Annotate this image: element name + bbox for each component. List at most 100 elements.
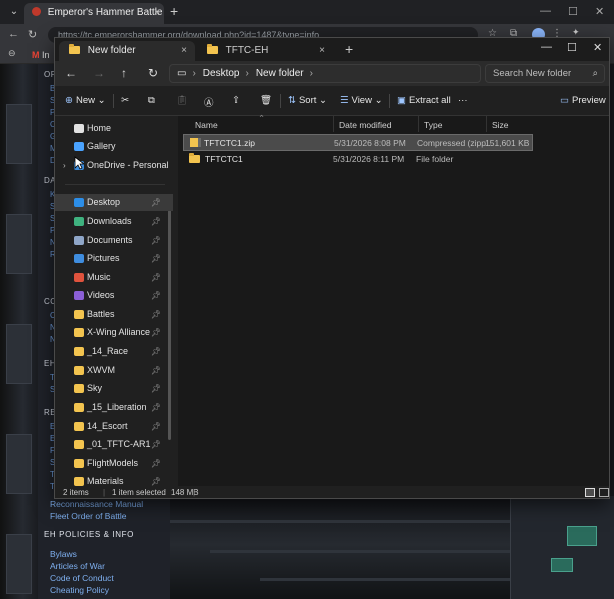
maximize-icon[interactable]: ☐ [567,41,577,54]
gmail-icon: M [32,50,40,60]
decor-panel [6,534,32,594]
nav-item-sky[interactable]: Sky 📌︎ [55,380,173,397]
table-row[interactable]: TFTCTC1.zip 5/31/2026 8:08 PM Compressed (… [183,134,533,151]
search-icon: ⌕ [592,68,598,79]
breadcrumb[interactable]: ▭ › Desktop › New folder › [169,64,481,83]
back-icon[interactable]: ← [8,28,19,40]
breadcrumb-desktop[interactable]: Desktop [203,68,240,79]
browser-tab[interactable]: Emperor's Hammer Battle Center × [24,3,164,24]
up-icon[interactable]: ↑ [121,66,127,80]
table-row[interactable]: TFTCTC1 5/31/2026 8:11 PM File folder [183,151,533,168]
nav-item-gallery[interactable]: Gallery [55,138,173,155]
search-placeholder: Search New folder [493,68,572,79]
pin-icon: 📌︎ [150,440,161,449]
site-link-cheating[interactable]: Cheating Policy [50,585,109,595]
more-options-button[interactable]: ··· [458,95,468,106]
nav-item-downloads[interactable]: Downloads 📌︎ [55,213,173,230]
nav-item-videos[interactable]: Videos 📌︎ [55,287,173,304]
browser-tab-strip: ⌄ Emperor's Hammer Battle Center × + — ☐… [0,0,614,24]
site-link-recon[interactable]: Reconnaissance Manual [50,499,143,509]
tab-label: New folder [87,45,136,56]
close-tab-icon[interactable]: × [319,41,325,61]
extract-all-button[interactable]: ▣ Extract all [397,95,451,106]
explorer-tab-bar: New folder × TFTC-EH × + — ☐ ✕ [55,38,609,61]
cut-icon[interactable]: ✂ [121,95,129,106]
nav-item-home[interactable]: Home [55,120,173,137]
nav-item-01-tftc-ar1[interactable]: _01_TFTC-AR1 📌︎ [55,436,173,453]
chevron-right-icon[interactable]: › [63,157,66,174]
site-link-fob[interactable]: Fleet Order of Battle [50,511,127,521]
nav-item-x-wing-alliance[interactable]: X-Wing Alliance 📌︎ [55,324,173,341]
nav-item-desktop[interactable]: Desktop 📌︎ [55,194,173,211]
nav-item-pictures[interactable]: Pictures 📌︎ [55,250,173,267]
folder-icon [74,384,84,393]
nav-item-music[interactable]: Music 📌︎ [55,269,173,286]
tab-tftc-eh[interactable]: TFTC-EH × [197,41,333,61]
nav-item-documents[interactable]: Documents 📌︎ [55,232,173,249]
column-header-date[interactable]: Date modified [339,120,391,130]
view-button[interactable]: ☰ View ⌄ [340,95,383,106]
search-input[interactable]: Search New folder ⌕ [485,64,605,83]
tab-search-icon[interactable]: ⌄ [6,5,22,19]
details-view-icon[interactable] [585,488,595,497]
gallery-icon [74,142,84,151]
folder-icon [69,44,80,54]
decor-panel [6,214,32,274]
reload-icon[interactable]: ↻ [28,28,37,41]
sort-button[interactable]: ⇅ Sort ⌄ [288,95,327,106]
plus-icon: ⊕ [65,95,73,106]
maximize-icon[interactable]: ☐ [568,5,578,18]
nav-item-flightmodels[interactable]: FlightModels 📌︎ [55,455,173,472]
breadcrumb-new-folder[interactable]: New folder [256,68,304,79]
delete-icon[interactable]: 🗑︎ [260,95,272,106]
paste-icon[interactable]: 📋︎ [176,95,188,106]
minimize-icon[interactable]: — [541,41,552,53]
mouse-cursor-icon [74,156,84,170]
preview-label: Preview [571,95,606,106]
back-icon[interactable]: ← [65,66,77,80]
column-divider [486,116,487,132]
refresh-icon[interactable]: ↻ [148,66,158,80]
folder-icon [189,153,200,163]
new-button[interactable]: ⊕ New ⌄ [65,95,106,106]
column-header-type[interactable]: Type [424,120,442,130]
nav-item-onedrive-personal[interactable]: › OneDrive - Personal [55,157,173,174]
nav-item-xwvm[interactable]: XWVM 📌︎ [55,362,173,379]
copy-icon[interactable]: ⧉ [148,95,155,106]
site-cockpit-image [510,496,614,599]
forward-icon[interactable]: → [93,66,105,80]
file-name: TFTCTC1 [189,151,243,168]
site-link-conduct[interactable]: Code of Conduct [50,573,114,583]
close-tab-icon[interactable]: × [181,41,187,61]
rename-icon[interactable]: Ⓐ [204,95,214,109]
nav-item-15-liberation[interactable]: _15_Liberation 📌︎ [55,399,173,416]
site-link-bylaws[interactable]: Bylaws [50,549,77,559]
file-name-label: TFTCTC1 [205,154,243,164]
minimize-icon[interactable]: — [540,5,551,17]
column-header-size[interactable]: Size [492,120,509,130]
column-header-name[interactable]: Name [195,120,218,130]
folder-icon [74,477,84,486]
bookmark-gmail[interactable]: M In [32,50,50,60]
breadcrumb-separator: › [245,68,249,79]
nav-item-14-escort[interactable]: 14_Escort 📌︎ [55,418,173,435]
new-tab-button[interactable]: + [345,41,353,57]
folder-icon [74,422,84,431]
music-icon [74,273,84,282]
new-label: New [75,95,95,106]
tab-new-folder[interactable]: New folder × [59,41,195,61]
nav-item-label: Desktop [87,197,121,207]
toolbar-divider [389,94,390,108]
desktop-icon [74,198,84,207]
apps-icon[interactable]: ⊖ [8,48,16,59]
nav-item-14-race[interactable]: _14_Race 📌︎ [55,343,173,360]
nav-item-battles[interactable]: Battles 📌︎ [55,306,173,323]
site-link-articles[interactable]: Articles of War [50,561,105,571]
tiles-view-icon[interactable] [599,488,609,497]
share-icon[interactable]: ⇪ [232,95,240,106]
preview-button[interactable]: ▭ Preview [560,95,606,106]
new-tab-button[interactable]: + [170,3,178,19]
close-tab-icon[interactable]: × [154,3,160,23]
close-window-icon[interactable]: ✕ [595,5,604,18]
close-window-icon[interactable]: ✕ [593,41,602,54]
